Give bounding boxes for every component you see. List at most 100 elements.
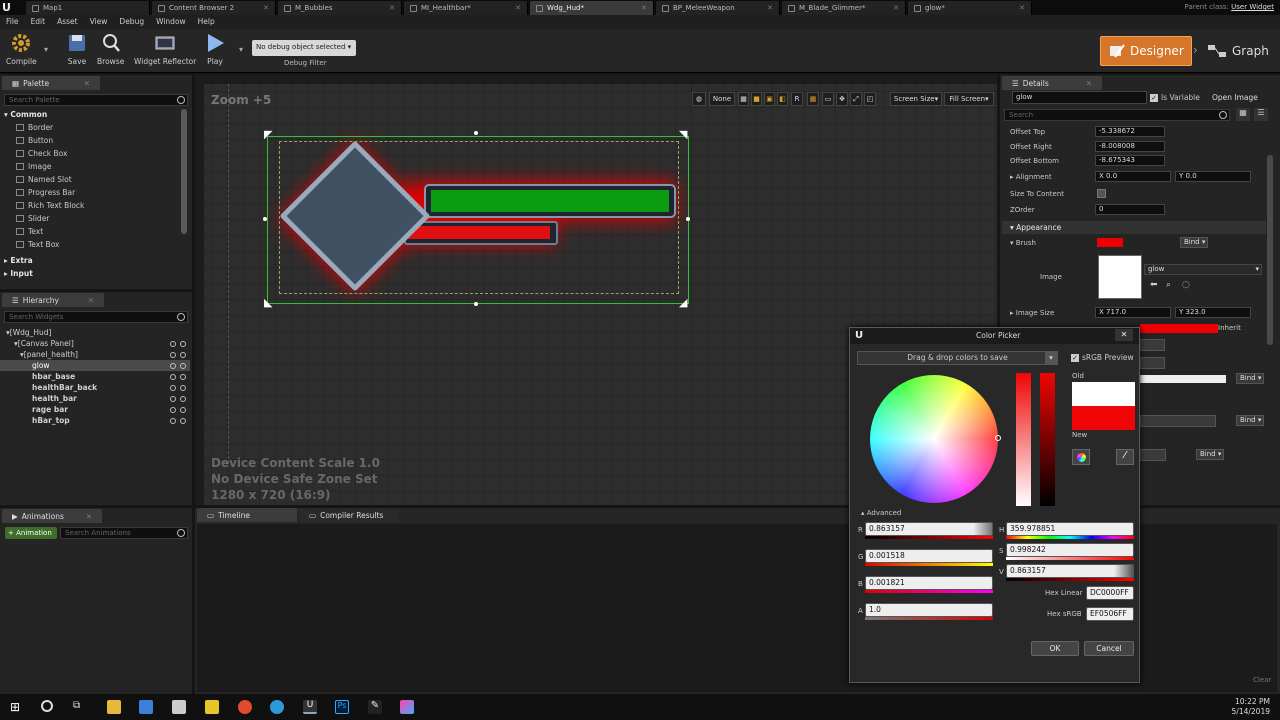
color-bind-button[interactable]: Bind ▾	[1236, 373, 1264, 384]
close-icon[interactable]: ✕	[84, 79, 90, 88]
parent-class-link[interactable]: User Widget	[1231, 3, 1274, 11]
eye-icon[interactable]	[180, 362, 186, 369]
anchor-handle-top-left-icon[interactable]: ◤	[264, 128, 274, 141]
color-wheel[interactable]	[870, 375, 998, 503]
h-channel-input[interactable]: 359.978851	[1006, 522, 1134, 536]
alignment-x-input[interactable]: X 0.0	[1095, 171, 1171, 182]
grid-snap-icon[interactable]: ▦	[738, 92, 749, 106]
ok-button[interactable]: OK	[1031, 641, 1079, 656]
tab-m-blade-glimmer[interactable]: M_Blade_Glimmer* ✕	[782, 1, 906, 15]
hex-linear-input[interactable]: DC0000FF	[1086, 586, 1134, 600]
respect-locks-icon[interactable]: ◧	[777, 92, 788, 106]
hierarchy-row-health-bar[interactable]: health_bar	[0, 393, 190, 404]
palette-item-progress-bar[interactable]: Progress Bar	[16, 188, 75, 197]
sticky-notes-icon[interactable]	[205, 700, 219, 714]
brush-tint-swatch[interactable]	[1097, 238, 1123, 247]
anchor-handle-bottom-right-icon[interactable]: ◢	[679, 296, 689, 309]
lock-icon[interactable]	[170, 340, 176, 347]
image-thumbnail[interactable]	[1098, 255, 1142, 299]
use-selected-arrow-icon[interactable]: ⬅	[1150, 280, 1158, 290]
tab-m-bubbles[interactable]: M_Bubbles ✕	[278, 1, 402, 15]
color-bar-white[interactable]	[1140, 375, 1226, 383]
resize-handle-bottom[interactable]	[474, 302, 478, 306]
search-icon[interactable]	[41, 700, 53, 712]
close-icon[interactable]: ✕	[893, 4, 899, 12]
designer-mode-button[interactable]: Designer	[1100, 36, 1192, 66]
lock-icon[interactable]	[170, 417, 176, 424]
eye-icon[interactable]	[180, 417, 186, 424]
store-icon[interactable]	[139, 700, 153, 714]
lock-icon[interactable]: ■	[751, 92, 762, 106]
value-slider[interactable]	[1040, 373, 1055, 506]
cancel-button[interactable]: Cancel	[1084, 641, 1134, 656]
saturation-slider[interactable]	[1016, 373, 1031, 506]
image-asset-picker[interactable]: glow ▾	[1144, 264, 1262, 275]
tint-color-bar[interactable]	[1140, 324, 1218, 333]
visibility-bind-button[interactable]: Bind ▾	[1236, 415, 1264, 426]
image-size-y-input[interactable]: Y 323.0	[1175, 307, 1251, 318]
details-scrollbar[interactable]	[1267, 155, 1273, 345]
task-view-icon[interactable]: ⧉	[73, 700, 87, 714]
compile-dropdown-icon[interactable]: ▾	[44, 45, 48, 54]
hierarchy-search-input[interactable]: Search Widgets	[4, 311, 188, 323]
visibility-dropdown[interactable]	[1140, 415, 1216, 427]
zorder-input[interactable]: 0	[1095, 204, 1165, 215]
view-options-icon[interactable]: ▦	[1236, 108, 1250, 121]
debug-object-select[interactable]: No debug object selected ▾	[252, 40, 356, 56]
tiling-dropdown[interactable]	[1140, 357, 1165, 369]
lock-icon[interactable]	[170, 362, 176, 369]
photoshop-icon[interactable]: Ps	[335, 700, 349, 714]
palette-item-rich-text-block[interactable]: Rich Text Block	[16, 201, 84, 210]
unreal-engine-icon[interactable]: U	[303, 700, 317, 714]
lock-icon[interactable]	[170, 406, 176, 413]
palette-category-input[interactable]: ▸ Input	[4, 269, 33, 278]
world-icon[interactable]: ◍	[692, 92, 706, 106]
g-channel-input[interactable]: 0.001518	[865, 549, 993, 563]
layout-icon[interactable]: ▣	[764, 92, 775, 106]
tab-bp-meleeweapon[interactable]: BP_MeleeWeapon ✕	[656, 1, 780, 15]
grid-icon[interactable]: ▦	[807, 92, 819, 106]
file-explorer-icon[interactable]	[107, 700, 121, 714]
color-wheel-cursor[interactable]	[995, 435, 1001, 441]
eye-icon[interactable]	[180, 373, 186, 380]
offset-bottom-input[interactable]: -8.675343	[1095, 155, 1165, 166]
details-search-input[interactable]: Search	[1004, 109, 1230, 121]
palette-search-input[interactable]: Search Palette	[4, 94, 188, 106]
animations-tab[interactable]: ▶ Animations ✕	[2, 509, 102, 523]
close-icon[interactable]: ✕	[1019, 4, 1025, 12]
hierarchy-row-panel-health[interactable]: ▾ [panel_health]	[0, 349, 190, 360]
v-channel-input[interactable]: 0.863157	[1006, 564, 1134, 578]
resize-handle-left[interactable]	[263, 217, 267, 221]
a-channel-input[interactable]: 1.0	[865, 603, 993, 617]
tab-compiler-results[interactable]: ▭ Compiler Results	[299, 508, 399, 522]
lock-icon[interactable]	[170, 351, 176, 358]
play-button[interactable]: Play	[204, 32, 226, 66]
menu-view[interactable]: View	[84, 15, 114, 29]
menu-debug[interactable]: Debug	[113, 15, 150, 29]
image-size-x-input[interactable]: X 717.0	[1095, 307, 1171, 318]
offset-right-input[interactable]: -8.008008	[1095, 141, 1165, 152]
palette-category-extra[interactable]: ▸ Extra	[4, 256, 33, 265]
close-icon[interactable]: ✕	[641, 4, 647, 12]
palette-scrollbar[interactable]	[181, 109, 187, 234]
tab-content-browser[interactable]: Content Browser 2 ✕	[152, 1, 276, 15]
cursor-dropdown[interactable]	[1140, 449, 1166, 461]
menu-help[interactable]: Help	[192, 15, 221, 29]
eye-icon[interactable]	[180, 395, 186, 402]
close-icon[interactable]: ✕	[1086, 79, 1092, 88]
hierarchy-row-rage-bar[interactable]: rage bar	[0, 404, 190, 415]
tab-glow[interactable]: glow* ✕	[908, 1, 1032, 15]
lock-icon[interactable]	[170, 384, 176, 391]
srgb-preview-checkbox[interactable]: ✓ sRGB Preview	[1071, 353, 1134, 362]
zoom-fit-icon[interactable]: ⤢	[850, 92, 862, 106]
resize-handle-top[interactable]	[474, 131, 478, 135]
close-icon[interactable]: ✕	[88, 296, 94, 305]
hierarchy-tab[interactable]: ☰ Hierarchy ✕	[2, 293, 104, 307]
tab-map1[interactable]: Map1	[26, 1, 150, 15]
alignment-y-input[interactable]: Y 0.0	[1175, 171, 1251, 182]
anchor-handle-top-right-icon[interactable]: ◥	[679, 128, 689, 141]
close-dialog-icon[interactable]: ✕	[1115, 329, 1133, 341]
browser-icon[interactable]	[270, 700, 284, 714]
is-variable-checkbox[interactable]: ✓ Is Variable	[1150, 93, 1200, 102]
windows-start-icon[interactable]: ⊞	[10, 700, 24, 714]
